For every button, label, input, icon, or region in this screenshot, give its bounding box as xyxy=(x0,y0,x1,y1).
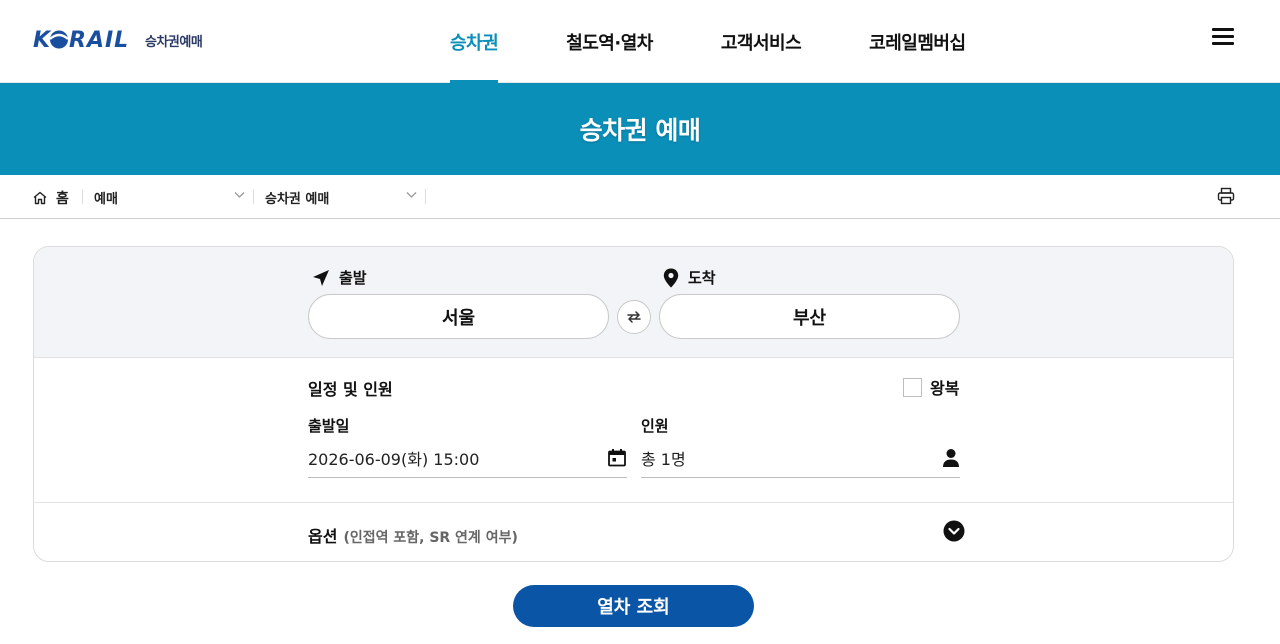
roundtrip-checkbox[interactable]: 왕복 xyxy=(903,375,959,399)
arrival-station-button[interactable]: 부산 xyxy=(659,294,960,339)
navigation-arrow-icon xyxy=(313,269,329,286)
page-title: 승차권 예매 xyxy=(579,116,701,145)
logo-subtitle: 승차권예매 xyxy=(145,34,203,50)
breadcrumb-select-level1[interactable]: 예매 xyxy=(94,188,118,207)
options-title-text: 옵션 xyxy=(308,527,338,546)
chevron-down-icon[interactable] xyxy=(234,191,245,199)
breadcrumb-home-label: 홈 xyxy=(56,191,69,207)
korail-logo-mark: K RAIL xyxy=(33,28,129,53)
breadcrumb-home[interactable]: 홈 xyxy=(32,188,69,208)
korail-logo[interactable]: K RAIL 승차권예매 xyxy=(33,27,203,53)
departure-label: 출발 xyxy=(312,267,367,288)
nav-item-customer-service[interactable]: 고객서비스 xyxy=(721,0,802,83)
roundtrip-label: 왕복 xyxy=(930,379,960,398)
schedule-section: 일정 및 인원 왕복 출발일 2026-06-09(화) 15:00 인원 총 … xyxy=(34,358,1233,503)
nav-item-stations-trains[interactable]: 철도역·열차 xyxy=(566,0,653,83)
breadcrumb-divider xyxy=(425,189,426,204)
swap-stations-button[interactable] xyxy=(617,300,651,334)
departure-date-value: 2026-06-09(화) 15:00 xyxy=(308,449,480,469)
calendar-icon[interactable] xyxy=(607,448,627,468)
home-icon xyxy=(33,191,47,205)
chevron-down-circle-icon[interactable] xyxy=(943,520,965,542)
chevron-down-icon[interactable] xyxy=(406,191,417,199)
map-pin-icon xyxy=(663,268,679,287)
passengers-field[interactable]: 총 1명 xyxy=(641,438,960,478)
main-nav: 승차권 철도역·열차 고객서비스 코레일멤버십 xyxy=(450,0,1034,83)
breadcrumb-level1-label: 예매 xyxy=(94,192,118,207)
departure-station-button[interactable]: 서울 xyxy=(308,294,609,339)
schedule-title: 일정 및 인원 xyxy=(308,380,393,399)
person-icon[interactable] xyxy=(942,448,960,468)
printer-icon[interactable] xyxy=(1217,187,1235,205)
arrival-label: 도착 xyxy=(663,267,716,288)
route-section: 출발 도착 서울 부산 xyxy=(34,247,1233,358)
swap-arrows-icon xyxy=(627,311,641,323)
options-section[interactable]: 옵션 (인접역 포함, SR 연계 여부) xyxy=(34,503,1233,561)
breadcrumb-divider xyxy=(82,189,83,204)
nav-item-membership[interactable]: 코레일멤버십 xyxy=(869,0,966,83)
departure-label-text: 출발 xyxy=(339,269,367,287)
checkbox-box[interactable] xyxy=(903,377,922,397)
options-subtitle: (인접역 포함, SR 연계 여부) xyxy=(343,530,518,546)
booking-panel: 출발 도착 서울 부산 일정 및 인원 왕복 출발일 2026-06-09(화)… xyxy=(33,246,1234,562)
departure-date-field[interactable]: 2026-06-09(화) 15:00 xyxy=(308,438,627,478)
options-title: 옵션 (인접역 포함, SR 연계 여부) xyxy=(308,523,518,547)
breadcrumb: 홈 예매 승차권 예매 xyxy=(0,175,1280,219)
svg-text:RAIL: RAIL xyxy=(69,28,129,53)
nav-item-tickets[interactable]: 승차권 xyxy=(450,0,499,83)
passengers-label: 인원 xyxy=(641,417,669,435)
breadcrumb-select-level2[interactable]: 승차권 예매 xyxy=(265,188,329,207)
svg-text:K: K xyxy=(33,28,52,53)
breadcrumb-level2-label: 승차권 예매 xyxy=(265,192,330,207)
arrival-label-text: 도착 xyxy=(688,269,716,287)
search-trains-button[interactable]: 열차 조회 xyxy=(513,585,754,627)
breadcrumb-divider xyxy=(253,189,254,204)
departure-date-label: 출발일 xyxy=(308,417,350,435)
hamburger-icon[interactable] xyxy=(1212,28,1236,52)
site-header: K RAIL 승차권예매 승차권 철도역·열차 고객서비스 코레일멤버십 xyxy=(0,0,1280,83)
page-banner: 승차권 예매 xyxy=(0,83,1280,175)
passengers-value: 총 1명 xyxy=(641,449,686,469)
